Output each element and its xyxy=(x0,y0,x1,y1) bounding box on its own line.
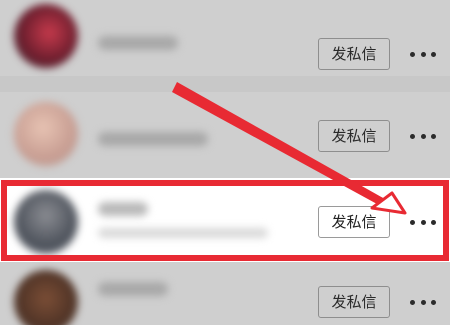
send-message-button[interactable]: 发私信 xyxy=(318,286,390,318)
more-dots-icon[interactable] xyxy=(410,47,436,61)
avatar[interactable] xyxy=(14,102,78,166)
send-message-button[interactable]: 发私信 xyxy=(318,120,390,152)
list-item[interactable]: 发私信 xyxy=(0,262,450,325)
avatar[interactable] xyxy=(14,4,78,68)
user-name-blurred xyxy=(98,36,178,50)
follower-list: 发私信 发私信 发私信 发私信 xyxy=(0,0,450,325)
list-item-highlighted[interactable]: 发私信 xyxy=(0,178,450,264)
user-name-blurred xyxy=(98,202,148,216)
avatar[interactable] xyxy=(14,270,78,325)
avatar[interactable] xyxy=(14,190,78,254)
send-message-button[interactable]: 发私信 xyxy=(318,206,390,238)
user-name-blurred xyxy=(98,282,168,296)
list-item[interactable]: 发私信 xyxy=(0,0,450,76)
more-dots-icon[interactable] xyxy=(410,295,436,309)
user-bio-blurred xyxy=(98,228,268,238)
user-name-blurred xyxy=(98,132,208,146)
list-item[interactable]: 发私信 xyxy=(0,92,450,178)
more-dots-icon[interactable] xyxy=(410,129,436,143)
send-message-button[interactable]: 发私信 xyxy=(318,38,390,70)
more-dots-icon[interactable] xyxy=(410,215,436,229)
